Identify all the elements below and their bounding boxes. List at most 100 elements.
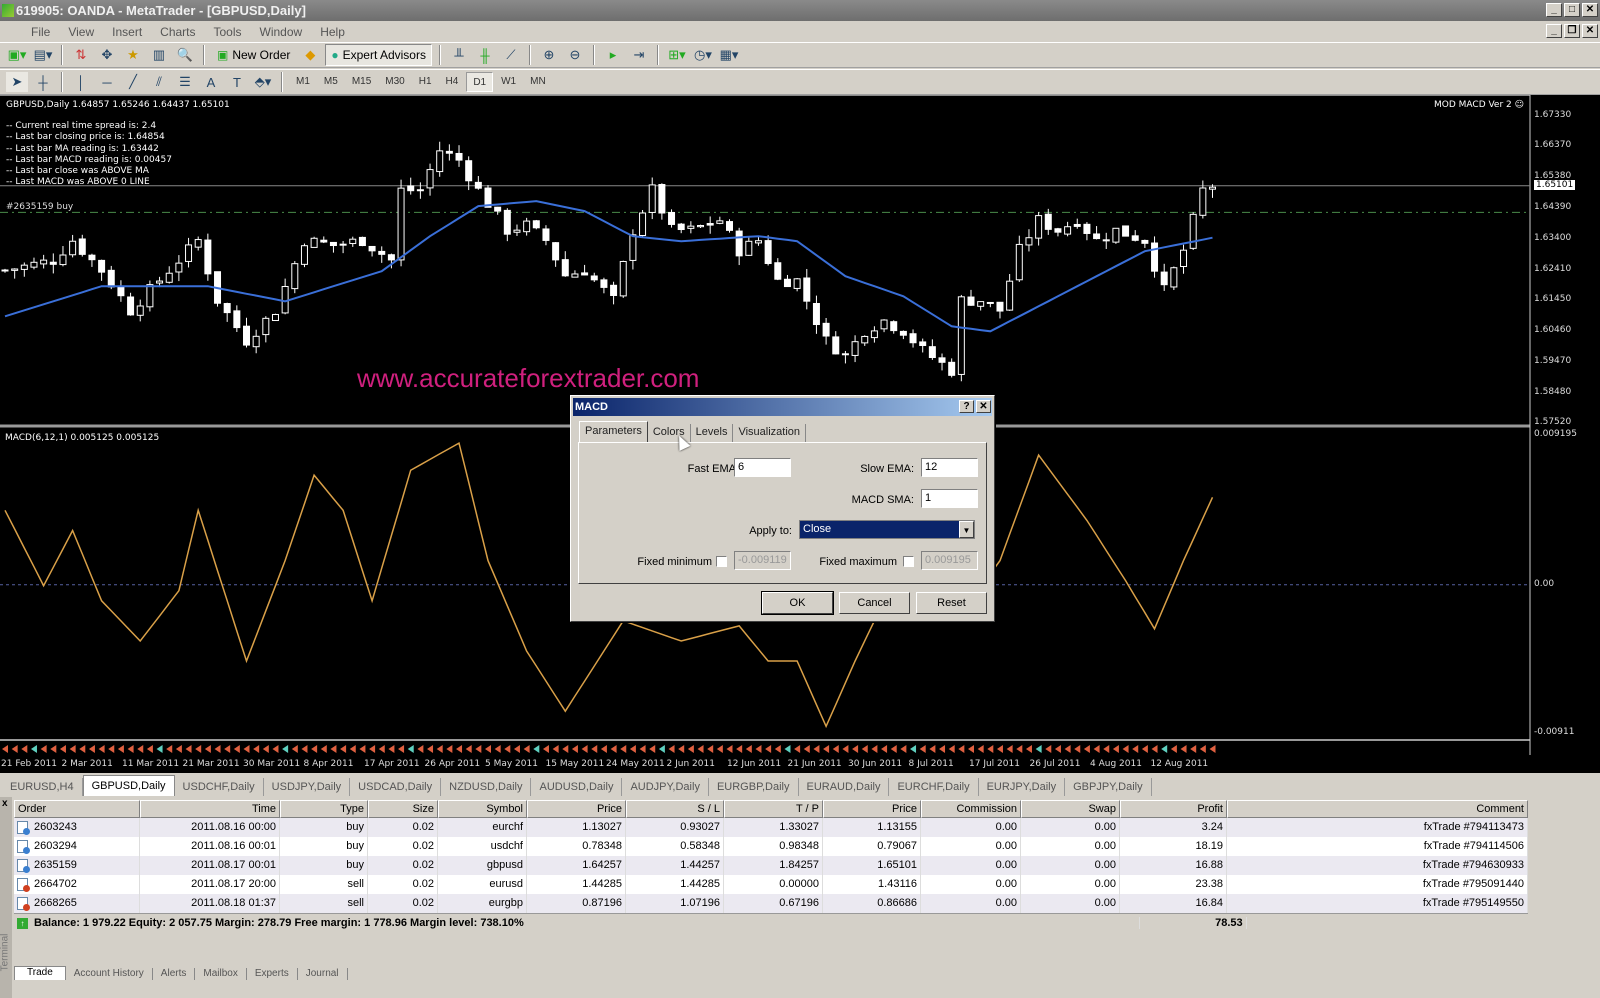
auto-scroll-icon[interactable]: ▸ <box>602 45 624 65</box>
indicators-icon[interactable]: ⊞▾ <box>666 45 688 65</box>
text-label-icon[interactable]: T <box>226 72 248 92</box>
chart-shift-icon[interactable]: ⇥ <box>628 45 650 65</box>
help-button[interactable]: ? <box>959 400 974 413</box>
maximize-button[interactable]: □ <box>1564 3 1580 17</box>
periods-icon[interactable]: ◷▾ <box>692 45 714 65</box>
zoom-out-icon[interactable]: ⊖ <box>564 45 586 65</box>
timeframe-d1[interactable]: D1 <box>466 72 494 92</box>
table-row[interactable]: 2664702 2011.08.17 20:00 sell 0.02 eurusd 1.4… <box>14 875 1528 894</box>
column-header[interactable]: Type <box>280 800 368 818</box>
chart-tab[interactable]: AUDJPY,Daily <box>622 778 709 796</box>
timeframe-h1[interactable]: H1 <box>413 72 438 92</box>
column-header[interactable]: Time <box>140 800 280 818</box>
cancel-button[interactable]: Cancel <box>839 592 910 614</box>
table-row[interactable]: 2603243 2011.08.16 00:00 buy 0.02 eurchf 1.13… <box>14 818 1528 837</box>
equidistant-channel-icon[interactable]: ⫽ <box>148 72 170 92</box>
column-header[interactable]: Comment <box>1227 800 1528 818</box>
chart-tab[interactable]: EURJPY,Daily <box>979 778 1066 796</box>
line-chart-icon[interactable]: ⟋ <box>500 45 522 65</box>
column-header[interactable]: Order <box>14 800 140 818</box>
fibonacci-icon[interactable]: ☰ <box>174 72 196 92</box>
column-header[interactable]: Price <box>527 800 626 818</box>
column-header[interactable]: T / P <box>724 800 823 818</box>
macd-sma-input[interactable]: 1 <box>921 489 978 508</box>
arrows-icon[interactable]: ⬘▾ <box>252 72 274 92</box>
terminal-tab-experts[interactable]: Experts <box>247 968 298 980</box>
apply-to-select[interactable]: Close ▼ <box>799 520 975 539</box>
cursor-tool-icon[interactable]: ➤ <box>6 72 28 92</box>
timeframe-m1[interactable]: M1 <box>290 72 316 92</box>
reset-button[interactable]: Reset <box>916 592 987 614</box>
chart-tab[interactable]: USDCAD,Daily <box>350 778 442 796</box>
market-watch-icon[interactable]: ⇅ <box>70 45 92 65</box>
mdi-close-button[interactable]: ✕ <box>1582 24 1598 38</box>
column-header[interactable]: Commission <box>921 800 1021 818</box>
table-row[interactable]: 2635159 2011.08.17 00:01 buy 0.02 gbpusd 1.64… <box>14 856 1528 875</box>
close-button[interactable]: ✕ <box>1582 3 1598 17</box>
terminal-tab-mailbox[interactable]: Mailbox <box>195 968 247 980</box>
fixed-maximum-input[interactable]: 0.009195 <box>921 551 978 570</box>
table-row[interactable]: 2668265 2011.08.18 01:37 sell 0.02 eurgbp 0.8… <box>14 894 1528 913</box>
chart-tab[interactable]: EURUSD,H4 <box>2 778 83 796</box>
timeframe-h4[interactable]: H4 <box>440 72 465 92</box>
new-chart-icon[interactable]: ▣▾ <box>6 45 28 65</box>
chart-tab[interactable]: EURAUD,Daily <box>799 778 890 796</box>
timeframe-w1[interactable]: W1 <box>495 72 522 92</box>
text-icon[interactable]: A <box>200 72 222 92</box>
timeframe-m5[interactable]: M5 <box>318 72 344 92</box>
timeframe-m30[interactable]: M30 <box>379 72 410 92</box>
terminal-close-button[interactable]: x <box>2 798 8 809</box>
chart-tab[interactable]: EURCHF,Daily <box>889 778 979 796</box>
terminal-tab-account-history[interactable]: Account History <box>66 968 153 980</box>
menu-help[interactable]: Help <box>311 25 354 39</box>
terminal-tab-alerts[interactable]: Alerts <box>153 968 196 980</box>
terminal-icon[interactable]: ▥ <box>148 45 170 65</box>
column-header[interactable]: Swap <box>1021 800 1120 818</box>
dialog-close-button[interactable]: ✕ <box>976 400 991 413</box>
chart-tab[interactable]: AUDUSD,Daily <box>531 778 623 796</box>
fixed-minimum-checkbox[interactable] <box>716 556 727 567</box>
terminal-tab-trade[interactable]: Trade <box>14 966 66 980</box>
fixed-minimum-input[interactable]: -0.009119 <box>734 551 791 570</box>
horizontal-line-icon[interactable]: ─ <box>96 72 118 92</box>
menu-window[interactable]: Window <box>251 25 312 39</box>
menu-view[interactable]: View <box>59 25 103 39</box>
timeframe-m15[interactable]: M15 <box>346 72 377 92</box>
column-header[interactable]: Profit <box>1120 800 1227 818</box>
strategy-tester-icon[interactable]: 🔍 <box>174 45 196 65</box>
tab-parameters[interactable]: Parameters <box>579 421 648 442</box>
table-row[interactable]: 2603294 2011.08.16 00:01 buy 0.02 usdchf 0.78… <box>14 837 1528 856</box>
terminal-tab-journal[interactable]: Journal <box>298 968 348 980</box>
mdi-restore-button[interactable]: ❐ <box>1564 24 1580 38</box>
column-header[interactable]: S / L <box>626 800 724 818</box>
zoom-in-icon[interactable]: ⊕ <box>538 45 560 65</box>
chart-tab[interactable]: NZDUSD,Daily <box>441 778 532 796</box>
fixed-maximum-checkbox[interactable] <box>903 556 914 567</box>
metaeditor-icon[interactable]: ◆ <box>299 45 321 65</box>
column-header[interactable]: Size <box>368 800 438 818</box>
profiles-icon[interactable]: ▤▾ <box>32 45 54 65</box>
mdi-minimize-button[interactable]: _ <box>1546 24 1562 38</box>
candlestick-chart-icon[interactable]: ╫ <box>474 45 496 65</box>
trendline-icon[interactable]: ╱ <box>122 72 144 92</box>
menu-charts[interactable]: Charts <box>151 25 204 39</box>
tab-levels[interactable]: Levels <box>691 424 734 442</box>
data-window-icon[interactable]: ✥ <box>96 45 118 65</box>
column-header[interactable]: Symbol <box>438 800 527 818</box>
new-order-button[interactable]: ▣ New Order <box>212 44 295 66</box>
tab-visualization[interactable]: Visualization <box>733 424 807 442</box>
vertical-line-icon[interactable]: │ <box>70 72 92 92</box>
templates-icon[interactable]: ▦▾ <box>718 45 740 65</box>
menu-tools[interactable]: Tools <box>205 25 251 39</box>
chart-tab[interactable]: USDJPY,Daily <box>264 778 351 796</box>
menu-insert[interactable]: Insert <box>103 25 151 39</box>
chart-tab[interactable]: EURGBP,Daily <box>709 778 799 796</box>
navigator-icon[interactable]: ★ <box>122 45 144 65</box>
timeframe-mn[interactable]: MN <box>524 72 552 92</box>
chart-tab[interactable]: GBPUSD,Daily <box>82 775 175 796</box>
ok-button[interactable]: OK <box>761 591 834 615</box>
chart-tab[interactable]: USDCHF,Daily <box>175 778 264 796</box>
fast-ema-input[interactable]: 6 <box>734 458 791 477</box>
expert-advisors-button[interactable]: ● Expert Advisors <box>325 44 432 66</box>
crosshair-icon[interactable]: ┼ <box>32 72 54 92</box>
